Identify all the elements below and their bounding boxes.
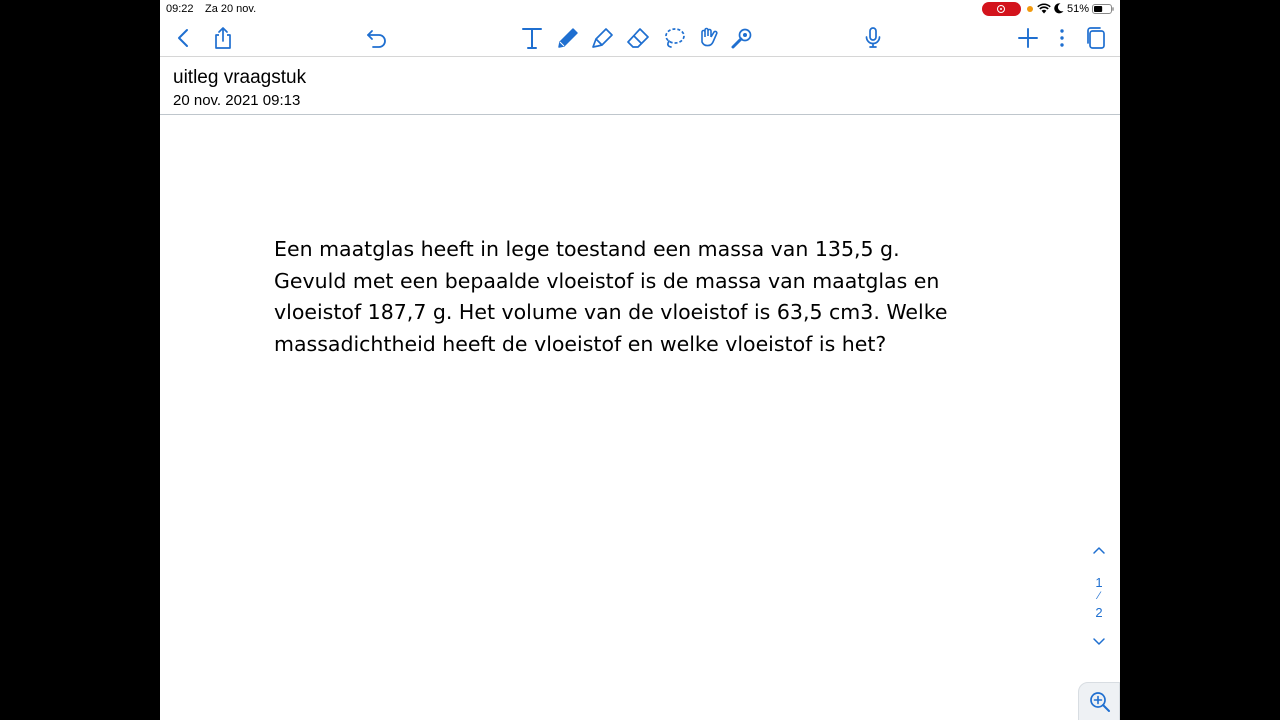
document-header: uitleg vraagstuk 20 nov. 2021 09:13 [160,57,1120,114]
highlighter-icon [592,28,613,48]
previous-page-chevron-icon[interactable] [1090,544,1108,558]
lasso-button[interactable] [660,24,688,52]
document-title[interactable]: uitleg vraagstuk [173,67,306,89]
laser-pointer-button[interactable] [728,24,756,52]
next-page-chevron-icon[interactable] [1090,634,1108,648]
share-icon [215,27,231,49]
question-text: Een maatglas heeft in lege toestand een … [274,234,974,360]
undo-icon [367,30,386,48]
microphone-in-use-dot [1027,6,1033,12]
microphone-icon [865,27,881,48]
undo-button[interactable] [363,24,391,52]
note-page[interactable]: Een maatglas heeft in lege toestand een … [160,115,1120,720]
eraser-icon [627,28,649,48]
toolbar [160,20,1120,56]
battery-percentage: 51% [1067,3,1090,15]
screen-recording-indicator[interactable] [982,2,1021,16]
microphone-button[interactable] [859,24,887,52]
pen-tool-button[interactable] [554,24,582,52]
question-line: Gevuld met een bepaalde vloeistof is de … [274,268,940,293]
wifi-icon [1037,3,1051,14]
question-line: massadichtheid heeft de vloeistof en wel… [274,331,887,356]
pages-icon [1087,27,1105,49]
more-button[interactable] [1048,24,1076,52]
highlighter-button[interactable] [589,24,617,52]
zoom-in-icon [1090,692,1110,712]
status-date: Za 20 nov. [205,3,257,15]
shapes-icon [701,27,718,47]
page-navigator: 1 ⁄ 2 [1086,540,1112,650]
zoom-button[interactable] [1078,682,1120,720]
do-not-disturb-icon [1054,3,1064,14]
question-line: Een maatglas heeft in lege toestand een … [274,237,900,261]
more-icon [1060,29,1064,47]
document-date: 20 nov. 2021 09:13 [173,92,301,109]
text-tool-button[interactable] [518,24,546,52]
ipad-screen: 09:22 Za 20 nov. 51% uitleg vraagstuk 20… [160,0,1120,720]
pen-tool-icon [558,28,578,48]
share-button[interactable] [209,24,237,52]
text-tool-icon [522,28,542,49]
status-time: 09:22 [166,3,194,15]
add-button[interactable] [1014,24,1042,52]
back-button[interactable] [170,24,198,52]
laser-pointer-icon [731,28,752,49]
battery-icon [1092,4,1114,14]
lasso-icon [665,28,685,48]
shapes-button[interactable] [694,24,722,52]
page-separator: ⁄ [1098,590,1100,602]
status-bar: 09:22 Za 20 nov. 51% [160,0,1120,18]
pages-button[interactable] [1082,24,1110,52]
record-icon [997,5,1005,13]
total-pages: 2 [1095,605,1103,620]
back-chevron-icon [178,29,188,47]
eraser-button[interactable] [624,24,652,52]
add-icon [1018,28,1038,48]
question-line: vloeistof 187,7 g. Het volume van de vlo… [274,300,948,324]
current-page-number: 1 [1095,575,1103,590]
